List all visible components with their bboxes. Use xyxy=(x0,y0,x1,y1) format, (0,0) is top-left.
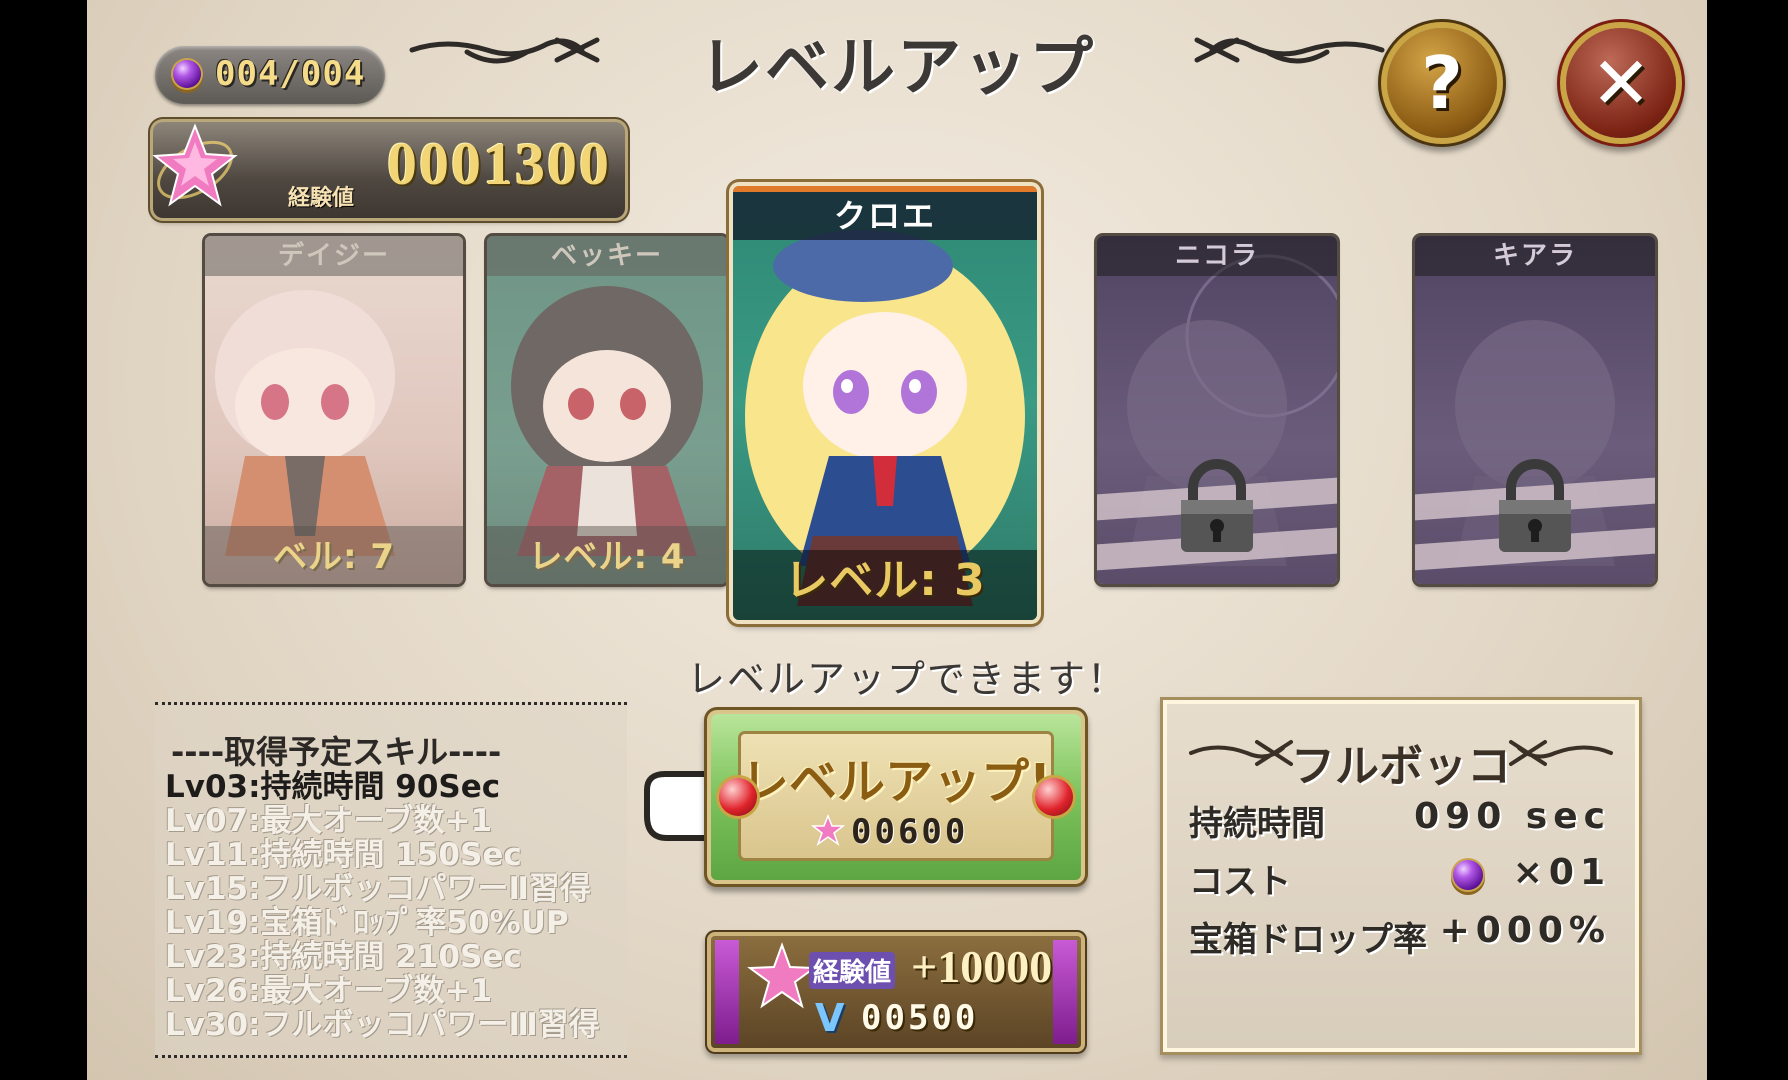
help-button[interactable]: ? xyxy=(1387,28,1497,138)
level-bar xyxy=(487,526,727,584)
exp-star-icon xyxy=(747,942,817,1009)
character-card-chloe[interactable]: クロエ レベル: 3 xyxy=(733,186,1037,620)
character-card-becky[interactable]: ベッキー レベル: 4 xyxy=(487,236,727,584)
level-up-button[interactable]: レベルアップ! 00600 xyxy=(711,714,1081,880)
character-name: クロエ xyxy=(733,192,1037,240)
exp-panel: 経験値 0001300 xyxy=(152,122,625,218)
status-message: レベルアップできます！ xyxy=(686,657,1127,701)
v-currency-icon: V xyxy=(815,996,845,1040)
drop-rate-label: 宝箱ドロップ率 xyxy=(1189,920,1427,960)
character-name: キアラ xyxy=(1415,236,1655,276)
character-card-daisy[interactable]: デイジー ベル: 7 xyxy=(205,236,463,584)
close-icon: ✕ xyxy=(1590,41,1652,125)
duration-label: 持続時間 xyxy=(1189,804,1325,844)
close-button[interactable]: ✕ xyxy=(1566,28,1676,138)
exp-boost-button[interactable]: 経験値 +10000 V 00500 xyxy=(711,936,1081,1048)
purple-orb-icon xyxy=(1453,860,1483,890)
cost-value: ×01 xyxy=(1512,852,1611,893)
character-name: ベッキー xyxy=(487,236,727,276)
lock-icon xyxy=(1499,459,1571,552)
character-name: デイジー xyxy=(205,236,463,276)
skill-row: Lv30:フルボッコパワーⅢ習得 xyxy=(165,1007,600,1043)
character-card-nicola[interactable]: ニコラ xyxy=(1097,236,1337,584)
skill-detail-panel: フルボッコ 持続時間 090 sec コスト ×01 宝箱ドロップ率 +000% xyxy=(1167,704,1635,1048)
exp-star-icon xyxy=(152,123,238,207)
duration-value: 090 sec xyxy=(1414,796,1611,837)
title-flourish-left xyxy=(409,37,600,64)
character-card-chiara[interactable]: キアラ xyxy=(1415,236,1655,584)
exp-value: 0001300 xyxy=(387,131,611,197)
character-level: ベル: 7 xyxy=(272,537,396,577)
lock-icon xyxy=(1181,459,1253,552)
page-title: レベルアップ xyxy=(699,31,1095,105)
orb-counter: 004/004 xyxy=(155,46,385,104)
purple-orb-icon xyxy=(173,60,201,88)
exp-label: 経験値 xyxy=(288,186,355,211)
side-decoration xyxy=(715,940,739,1044)
character-level: レベル: 3 xyxy=(784,555,986,606)
skills-list: ----取得予定スキル---- Lv03:持続時間 90Sec Lv07:最大オ… xyxy=(155,702,627,1058)
orb-count: 004/004 xyxy=(215,54,366,94)
exp-boost-label: 経験値 xyxy=(809,952,896,989)
level-up-screen: 004/004 経験値 0001300 レベルアップ ? ✕ デイジー ベル: … xyxy=(87,0,1707,1080)
help-icon: ? xyxy=(1421,41,1463,125)
character-portrait-daisy xyxy=(215,290,395,556)
level-up-label: レベルアップ! xyxy=(741,754,1051,810)
level-up-cost: 00600 xyxy=(851,812,969,852)
character-portrait-becky xyxy=(511,286,703,556)
detail-flourish-right xyxy=(1509,740,1613,766)
side-decoration xyxy=(1053,940,1077,1044)
level-up-plate: レベルアップ! 00600 xyxy=(741,734,1051,858)
exp-star-icon xyxy=(811,814,845,846)
title-flourish-right xyxy=(1194,37,1385,64)
exp-boost-cost: 00500 xyxy=(861,998,979,1038)
exp-boost-amount: +10000 xyxy=(911,941,1053,992)
red-gem-icon xyxy=(1035,778,1073,816)
character-level: レベル: 4 xyxy=(528,537,686,577)
character-name: ニコラ xyxy=(1097,236,1337,276)
level-bar xyxy=(205,526,463,584)
drop-rate-value: +000% xyxy=(1439,910,1611,951)
cost-label: コスト xyxy=(1189,862,1291,902)
red-gem-icon xyxy=(719,778,757,816)
